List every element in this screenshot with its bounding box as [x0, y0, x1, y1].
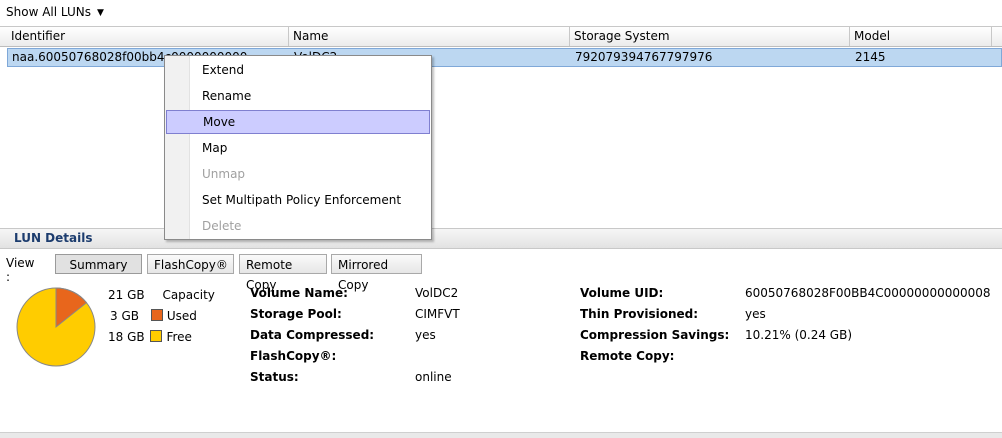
menu-item-move[interactable]: Move — [166, 110, 430, 134]
volume-uid-value: 60050768028F00BB4C00000000000008 — [745, 286, 991, 300]
capacity-free-label: Free — [166, 330, 192, 344]
chevron-down-icon: ▼ — [96, 8, 104, 18]
context-menu: Extend Rename Move Map Unmap Set Multipa… — [164, 55, 432, 240]
menu-item-map[interactable]: Map — [166, 136, 430, 160]
volume-name-label: Volume Name: — [250, 286, 348, 300]
storage-pool-value: CIMFVT — [415, 307, 460, 321]
cell-model: 2145 — [855, 50, 886, 64]
data-compressed-value: yes — [415, 328, 436, 342]
compression-savings-value: 10.21% (0.24 GB) — [745, 328, 852, 342]
table-row[interactable]: naa.60050768028f00bb4c0000000000 VolDC2 … — [7, 48, 1002, 67]
data-compressed-label: Data Compressed: — [250, 328, 375, 342]
capacity-used-label: Used — [166, 309, 197, 323]
lun-details-header: LUN Details — [0, 228, 1002, 249]
menu-item-delete: Delete — [202, 219, 242, 233]
flashcopy-label: FlashCopy®: — [250, 349, 337, 363]
volume-uid-label: Volume UID: — [580, 286, 664, 300]
cell-storage-system: 792079394767797976 — [575, 50, 713, 64]
column-header-storage-system[interactable]: Storage System — [570, 27, 850, 46]
table-header: Identifier Name Storage System Model — [0, 26, 1002, 47]
lun-details-title: LUN Details — [14, 231, 93, 245]
status-label: Status: — [250, 370, 299, 384]
menu-item-set-multipath-policy[interactable]: Set Multipath Policy Enforcement — [166, 188, 430, 212]
bottom-status-bar — [0, 432, 1002, 438]
column-header-identifier[interactable]: Identifier — [7, 27, 289, 46]
status-value: online — [415, 370, 452, 384]
tab-remote-copy[interactable]: Remote Copy — [239, 254, 327, 292]
capacity-pie-chart — [16, 287, 96, 367]
thin-provisioned-value: yes — [745, 307, 766, 321]
menu-item-extend[interactable]: Extend — [166, 58, 430, 82]
capacity-free-value: 18 GB — [108, 330, 145, 344]
volume-name-value: VolDC2 — [415, 286, 459, 300]
view-label: View : — [6, 256, 35, 284]
compression-savings-label: Compression Savings: — [580, 328, 730, 342]
thin-provisioned-label: Thin Provisioned: — [580, 307, 699, 321]
menu-item-unmap: Unmap — [202, 167, 246, 181]
tab-mirrored-copy[interactable]: Mirrored Copy — [331, 254, 422, 292]
capacity-used-row: 3 GB Used — [110, 308, 197, 324]
capacity-free-row: 18 GB Free — [108, 329, 192, 345]
show-luns-filter[interactable]: Show All LUNs ▼ — [6, 4, 104, 20]
column-header-model[interactable]: Model — [850, 27, 992, 46]
storage-pool-label: Storage Pool: — [250, 307, 342, 321]
remote-copy-label: Remote Copy: — [580, 349, 675, 363]
tab-summary[interactable]: Summary — [55, 254, 142, 274]
capacity-total-label: Capacity — [162, 288, 215, 302]
menu-item-rename[interactable]: Rename — [166, 84, 430, 108]
capacity-used-value: 3 GB — [110, 309, 139, 323]
tab-flashcopy[interactable]: FlashCopy® — [147, 254, 234, 274]
filter-label: Show All LUNs — [6, 5, 91, 19]
column-header-name[interactable]: Name — [289, 27, 570, 46]
capacity-total-row: 21 GB Capacity — [108, 287, 215, 303]
used-color-swatch — [150, 309, 163, 321]
capacity-total-value: 21 GB — [108, 288, 145, 302]
free-color-swatch — [150, 330, 163, 342]
